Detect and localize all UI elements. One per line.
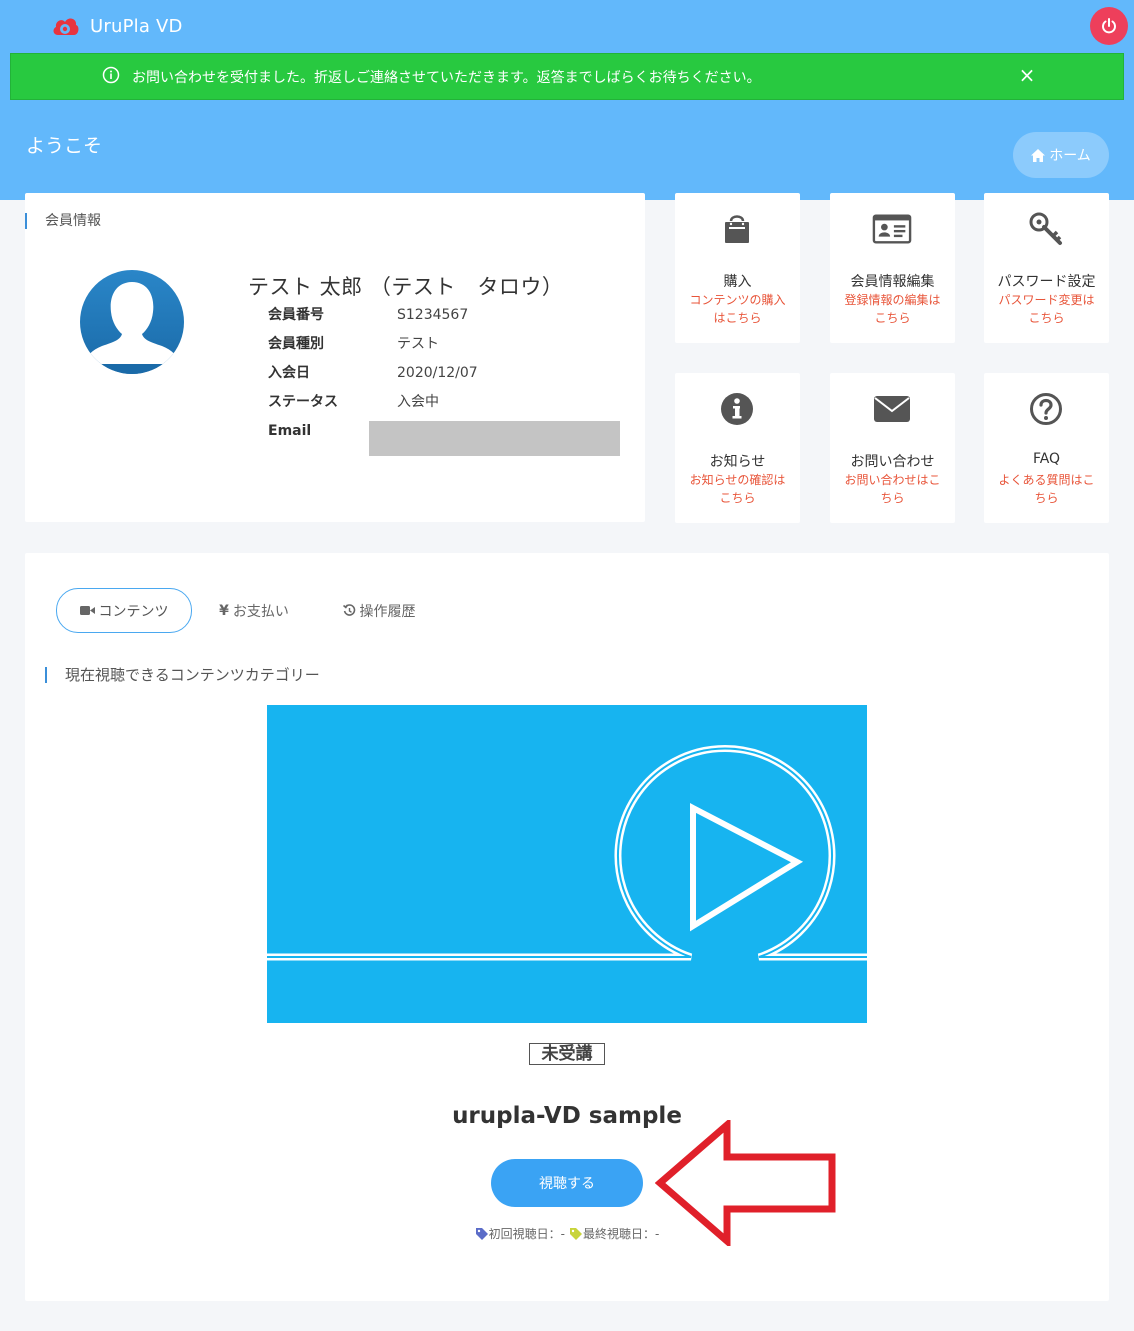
tile-link[interactable]: お問い合わせはこちら [840,471,945,507]
info-value: テスト [397,336,439,352]
home-button[interactable]: ホーム [1013,132,1109,178]
tile-title: FAQ [1032,451,1061,467]
tab-label: お支払い [232,603,289,620]
id-card-icon [872,214,912,244]
tile-title: 会員情報編集 [850,274,935,290]
yen-icon: ¥ [219,602,229,619]
tile-title: パスワード設定 [997,274,1096,290]
tile-link[interactable]: よくある質問はこちら [994,471,1099,507]
avatar [80,270,184,374]
play-icon [267,705,867,1023]
email-redacted [369,421,620,456]
video-camera-icon [79,606,95,615]
alert-close-button[interactable]: × [1017,63,1037,87]
status-badge: 未受講 [529,1043,605,1065]
tile-title: お知らせ [709,454,766,470]
tab-label: コンテンツ [98,603,169,620]
tile-title: 購入 [723,274,752,290]
brand[interactable]: UruPla VD [50,12,183,40]
info-value: 2020/12/07 [397,365,478,381]
member-info-card: 会員情報 テスト 太郎 （テスト タロウ） 会員番号 S1234567 会員種別… [25,193,645,522]
watch-button[interactable]: 視聴する [491,1159,643,1207]
history-icon [342,604,355,616]
welcome-heading: ようこそ [26,135,103,157]
tag-icon [570,1227,582,1240]
tile-contact[interactable]: お問い合わせ お問い合わせはこちら [830,373,955,523]
first-view-date: 初回視聴日：- [488,1227,565,1241]
tile-link[interactable]: 登録情報の編集はこちら [840,291,945,327]
member-section-title: 会員情報 [25,213,101,229]
tile-member-edit[interactable]: 会員情報編集 登録情報の編集はこちら [830,193,955,343]
info-value: S1234567 [397,307,469,323]
view-dates: 初回視聴日：- 最終視聴日：- [25,1225,1109,1242]
tile-title: お問い合わせ [850,454,935,470]
member-name: テスト 太郎 （テスト タロウ） [248,275,564,299]
success-alert: お問い合わせを受付ました。折返しご連絡させていただきます。返答までしばらくお待ち… [10,53,1124,100]
tile-link[interactable]: お知らせの確認はこちら [685,471,790,507]
home-icon [1031,148,1046,162]
logout-button[interactable] [1090,7,1128,45]
tab-payment[interactable]: ¥ お支払い [207,588,301,633]
app-name: UruPla VD [90,15,183,37]
tab-contents[interactable]: コンテンツ [56,588,192,633]
key-icon [1029,212,1062,245]
info-label: 会員番号 [268,307,324,323]
shopping-bag-icon [725,215,749,243]
video-title: urupla-VD sample [452,1103,682,1129]
category-title: 現在視聴できるコンテンツカテゴリー [45,667,320,683]
content-card: コンテンツ ¥ お支払い 操作履歴 現在視聴できるコンテンツカテゴリー 未受講 … [25,553,1109,1301]
info-label: ステータス [268,394,338,410]
envelope-icon [874,396,910,422]
info-circle-icon [102,66,120,84]
info-label: 会員種別 [268,336,324,352]
info-value: 入会中 [397,394,439,410]
tab-label: 操作履歴 [359,603,416,620]
tile-faq[interactable]: FAQ よくある質問はこちら [984,373,1109,523]
tile-link[interactable]: パスワード変更はこちら [994,291,1099,327]
tile-link[interactable]: コンテンツの購入はこちら [685,291,790,327]
tag-icon [475,1227,488,1240]
tab-history[interactable]: 操作履歴 [331,588,427,633]
home-label: ホーム [1049,148,1091,164]
power-icon [1102,18,1116,34]
video-thumbnail[interactable] [267,705,867,1023]
cloud-logo-icon [53,18,79,35]
last-view-date: 最終視聴日：- [583,1227,660,1241]
info-label: 入会日 [268,365,310,381]
tile-news[interactable]: お知らせ お知らせの確認はこちら [675,373,800,523]
user-silhouette-icon [80,270,184,374]
tile-password[interactable]: パスワード設定 パスワード変更はこちら [984,193,1109,343]
question-icon [1030,393,1062,425]
info-icon [721,393,753,425]
tile-purchase[interactable]: 購入 コンテンツの購入はこちら [675,193,800,343]
alert-message: お問い合わせを受付ました。折返しご連絡させていただきます。返答までしばらくお待ち… [132,70,761,86]
